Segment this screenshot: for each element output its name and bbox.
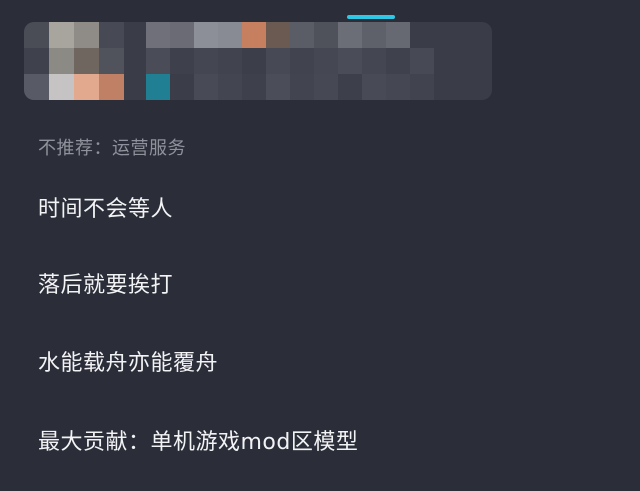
pixelated-post-card[interactable] bbox=[24, 22, 492, 100]
pixelated-avatar bbox=[24, 22, 124, 100]
list-item[interactable]: 时间不会等人 bbox=[38, 191, 173, 223]
list-item[interactable]: 落后就要挨打 bbox=[38, 267, 173, 299]
recommend-reason-label: 不推荐：运营服务 bbox=[38, 138, 186, 159]
active-tab-indicator bbox=[347, 15, 395, 19]
list-item[interactable]: 最大贡献：单机游戏mod区模型 bbox=[38, 424, 358, 456]
list-item[interactable]: 水能载舟亦能覆舟 bbox=[38, 345, 218, 377]
pixelated-text bbox=[146, 22, 492, 100]
screen: 不推荐：运营服务 时间不会等人 落后就要挨打 水能载舟亦能覆舟 最大贡献：单机游… bbox=[0, 0, 640, 491]
